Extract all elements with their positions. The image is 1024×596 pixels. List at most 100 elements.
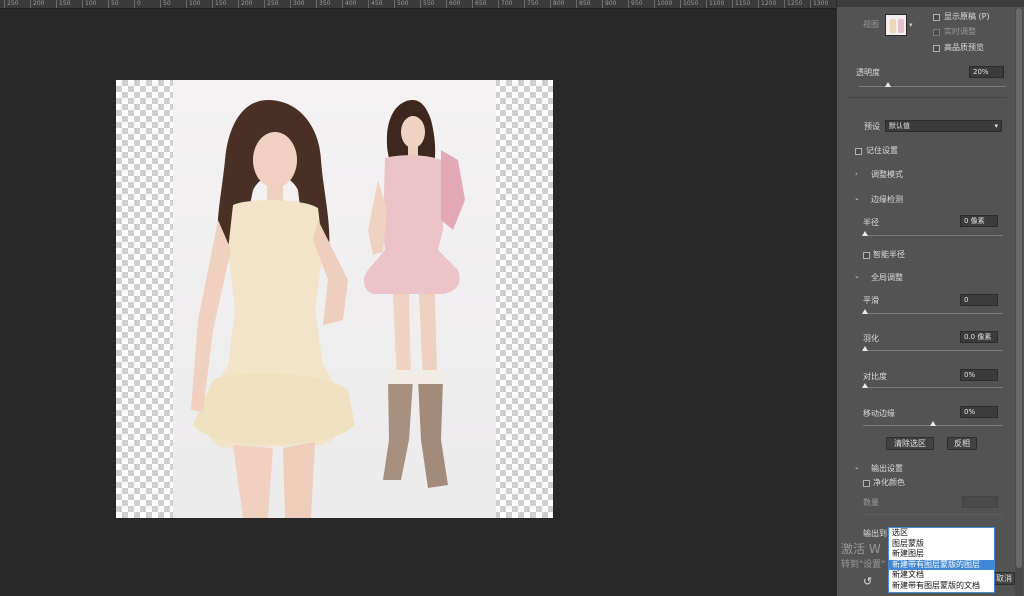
photoshop-select-and-mask-window: 250 200 150 100 50 0 50 100 150 200 250 300 350 400 45… <box>0 0 1024 596</box>
dropdown-option[interactable]: 新建文档 <box>889 570 994 581</box>
output-settings-section[interactable]: 输出设置 <box>871 464 903 474</box>
preset-select[interactable]: 默认值 ▾ <box>885 120 1002 132</box>
document-canvas[interactable] <box>116 80 553 518</box>
ruler-tick: 700 <box>498 0 512 8</box>
amount-slider-track <box>863 514 1003 515</box>
reset-icon[interactable]: ↺ <box>863 575 872 588</box>
remember-settings-label: 记住设置 <box>866 146 898 155</box>
ruler-tick: 900 <box>602 0 616 8</box>
ruler-tick: 1100 <box>706 0 724 8</box>
activation-watermark-line1: 激活 W <box>841 542 881 556</box>
ruler-tick: 50 <box>160 0 171 8</box>
ruler-tick: 100 <box>82 0 96 8</box>
clear-selection-button[interactable]: 清除选区 <box>886 437 934 450</box>
invert-button[interactable]: 反相 <box>947 437 977 450</box>
edge-detection-chevron-down-icon[interactable]: ⌄ <box>854 194 860 202</box>
panel-scrollbar-thumb[interactable] <box>1016 8 1022 568</box>
ruler-tick: 200 <box>238 0 252 8</box>
dropdown-option[interactable]: 新建带有图层蒙版的文档 <box>889 581 994 592</box>
horizontal-ruler: 250 200 150 100 50 0 50 100 150 200 250 300 350 400 45… <box>0 0 836 9</box>
ruler-tick: 1000 <box>654 0 672 8</box>
dropdown-option[interactable]: 选区 <box>889 528 994 539</box>
remember-settings-checkbox[interactable] <box>855 148 862 155</box>
ruler-tick: 600 <box>446 0 460 8</box>
radius-slider-thumb[interactable] <box>862 231 868 236</box>
realtime-adjust-label: 实时调整 <box>944 27 976 36</box>
output-to-dropdown-list[interactable]: 选区 图层蒙版 新建图层 新建带有图层蒙版的图层 新建文档 新建带有图层蒙版的文档 <box>888 527 995 593</box>
contrast-field[interactable]: 0% <box>960 369 998 381</box>
contrast-slider-track[interactable] <box>863 387 1003 388</box>
adjust-mode-chevron-right-icon[interactable]: › <box>855 170 858 178</box>
ruler-tick: 0 <box>134 0 141 8</box>
ruler-tick: 350 <box>316 0 330 8</box>
ruler-tick: 150 <box>56 0 70 8</box>
shift-edge-slider-thumb[interactable] <box>930 421 936 426</box>
ruler-tick: 50 <box>108 0 119 8</box>
dropdown-option[interactable]: 图层蒙版 <box>889 539 994 550</box>
opacity-field[interactable]: 20% <box>969 66 1004 78</box>
ruler-tick: 150 <box>212 0 226 8</box>
models-illustration <box>191 100 465 518</box>
contrast-slider-thumb[interactable] <box>862 383 868 388</box>
global-adjust-section[interactable]: 全局调整 <box>871 273 903 283</box>
ruler-tick: 1250 <box>784 0 802 8</box>
radius-slider-track[interactable] <box>863 235 1003 236</box>
smooth-slider-track[interactable] <box>863 313 1003 314</box>
contrast-label: 对比度 <box>863 372 887 381</box>
shift-edge-field[interactable]: 0% <box>960 406 998 418</box>
ruler-tick: 100 <box>186 0 200 8</box>
decontaminate-checkbox[interactable] <box>863 480 870 487</box>
output-settings-chevron-down-icon[interactable]: ⌄ <box>854 463 860 471</box>
thumb-figure-right <box>898 19 904 33</box>
view-label: 视图 <box>863 20 879 29</box>
ruler-tick: 800 <box>550 0 564 8</box>
show-original-label: 显示原稿 (P) <box>944 12 990 21</box>
ruler-tick: 850 <box>576 0 590 8</box>
preset-value: 默认值 <box>889 122 910 130</box>
smart-radius-checkbox[interactable] <box>863 252 870 259</box>
adjust-mode-section[interactable]: 调整模式 <box>871 170 903 180</box>
smart-radius-label: 智能半径 <box>873 250 905 259</box>
canvas-area[interactable] <box>0 10 836 596</box>
ruler-tick: 300 <box>290 0 304 8</box>
ruler-tick: 500 <box>394 0 408 8</box>
ruler-tick: 1150 <box>732 0 750 8</box>
smooth-label: 平滑 <box>863 296 879 305</box>
activation-watermark-line2: 转到"设置" <box>841 560 886 570</box>
ruler-tick: 750 <box>524 0 538 8</box>
realtime-adjust-checkbox[interactable] <box>933 29 940 36</box>
feather-field[interactable]: 0.0 像素 <box>960 331 998 343</box>
ruler-tick: 250 <box>4 0 18 8</box>
opacity-slider-track[interactable] <box>859 86 1006 87</box>
radius-label: 半径 <box>863 218 879 227</box>
hq-preview-label: 高品质预览 <box>944 43 984 52</box>
dropdown-option[interactable]: 新建带有图层蒙版的图层 <box>889 559 994 570</box>
hq-preview-checkbox[interactable] <box>933 45 940 52</box>
masked-photo <box>173 80 496 518</box>
smooth-field[interactable]: 0 <box>960 294 998 306</box>
ruler-tick: 200 <box>30 0 44 8</box>
view-chevron-down-icon[interactable]: ▾ <box>909 21 913 29</box>
preset-label: 预设 <box>864 122 880 131</box>
dropdown-option[interactable]: 新建图层 <box>889 549 994 560</box>
smooth-slider-thumb[interactable] <box>862 309 868 314</box>
opacity-slider-thumb[interactable] <box>885 82 891 87</box>
feather-slider-thumb[interactable] <box>862 346 868 351</box>
ruler-tick: 950 <box>628 0 642 8</box>
feather-slider-track[interactable] <box>863 350 1003 351</box>
opacity-label: 透明度 <box>856 68 880 77</box>
feather-label: 羽化 <box>863 334 879 343</box>
ruler-tick: 1050 <box>680 0 698 8</box>
edge-detection-section[interactable]: 边缘检测 <box>871 195 903 205</box>
radius-field[interactable]: 0 像素 <box>960 215 998 227</box>
global-adjust-chevron-down-icon[interactable]: ⌄ <box>854 272 860 280</box>
ruler-tick: 450 <box>368 0 382 8</box>
panel-scrollbar[interactable] <box>1015 8 1023 596</box>
preset-chevron-down-icon: ▾ <box>994 122 998 130</box>
show-original-checkbox[interactable] <box>933 14 940 21</box>
ruler-tick: 1300 <box>810 0 828 8</box>
output-to-label: 输出到 <box>863 529 887 538</box>
amount-label: 数量 <box>863 498 879 507</box>
view-mode-thumbnail[interactable] <box>885 14 907 36</box>
amount-field-disabled <box>962 496 998 508</box>
